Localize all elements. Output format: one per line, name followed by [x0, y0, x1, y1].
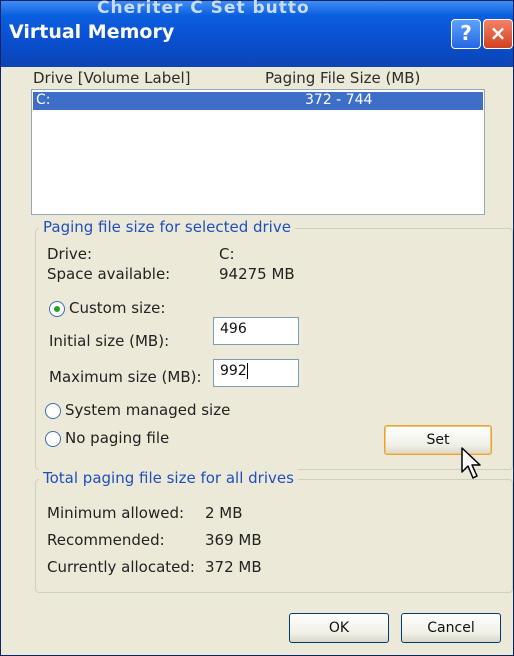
currently-allocated-value: 372 MB — [205, 558, 262, 576]
no-paging-file-radio[interactable] — [45, 431, 61, 447]
maximum-size-value: 992 — [220, 363, 247, 379]
currently-allocated-label: Currently allocated: — [47, 558, 195, 576]
maximum-size-label: Maximum size (MB): — [49, 368, 202, 386]
maximum-size-input[interactable]: 992 — [213, 359, 299, 387]
drive-list-header: Drive [Volume Label] Paging File Size (M… — [31, 67, 485, 89]
close-icon: × — [489, 21, 507, 45]
title-bar[interactable]: Cheriter C Set butto Virtual Memory ? × — [1, 0, 513, 67]
initial-size-input[interactable]: 496 — [213, 317, 299, 345]
mouse-pointer-icon — [461, 447, 481, 479]
drive-list[interactable]: C: 372 - 744 — [31, 89, 485, 215]
column-header-drive: Drive [Volume Label] — [33, 69, 191, 87]
selected-drive-group-legend: Paging file size for selected drive — [39, 218, 295, 236]
no-paging-file-label[interactable]: No paging file — [65, 429, 169, 447]
help-button[interactable]: ? — [451, 19, 481, 49]
totals-group-legend: Total paging file size for all drives — [39, 469, 298, 487]
recommended-value: 369 MB — [205, 531, 262, 549]
virtual-memory-dialog: Cheriter C Set butto Virtual Memory ? × … — [0, 0, 514, 656]
system-managed-radio[interactable] — [45, 403, 61, 419]
ok-button[interactable]: OK — [289, 613, 389, 643]
initial-size-label: Initial size (MB): — [49, 332, 170, 350]
text-caret — [246, 363, 248, 379]
row-drive: C: — [36, 92, 51, 108]
system-managed-label[interactable]: System managed size — [65, 401, 230, 419]
drive-value: C: — [219, 245, 235, 263]
close-button[interactable]: × — [483, 19, 513, 49]
cancel-button[interactable]: Cancel — [401, 613, 501, 643]
background-caption-text: Cheriter C Set butto — [97, 0, 310, 18]
help-icon: ? — [460, 21, 472, 45]
minimum-allowed-label: Minimum allowed: — [47, 504, 185, 522]
recommended-label: Recommended: — [47, 531, 165, 549]
custom-size-label[interactable]: Custom size: — [69, 299, 165, 317]
minimum-allowed-value: 2 MB — [205, 504, 243, 522]
initial-size-value: 496 — [220, 321, 247, 337]
space-available-label: Space available: — [47, 265, 171, 283]
window-title: Virtual Memory — [9, 21, 175, 43]
space-available-value: 94275 MB — [219, 265, 295, 283]
drive-label: Drive: — [47, 245, 93, 263]
custom-size-radio[interactable] — [49, 301, 65, 317]
drive-list-row[interactable]: C: 372 - 744 — [33, 92, 483, 110]
row-paging-size: 372 - 744 — [305, 92, 373, 108]
column-header-paging-size: Paging File Size (MB) — [265, 69, 421, 87]
